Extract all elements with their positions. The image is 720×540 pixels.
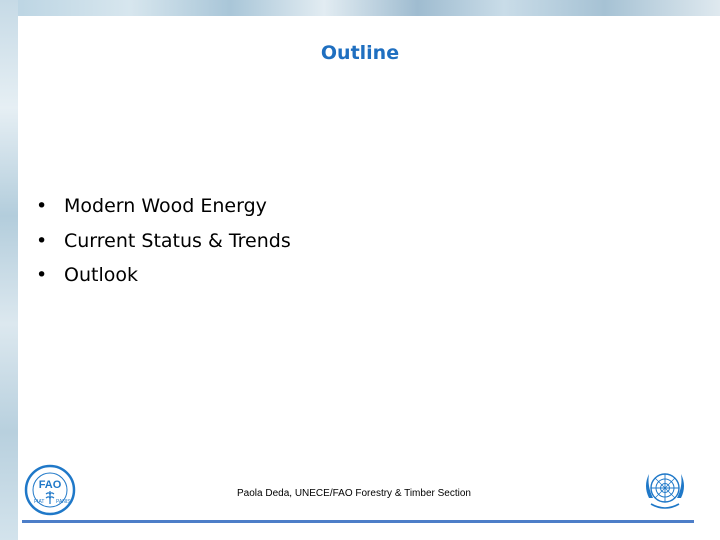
- footer-rule: [22, 520, 694, 523]
- fao-logo-icon: FAO FIAT PANIS: [24, 464, 76, 516]
- slide-title: Outline: [320, 42, 400, 64]
- bullet-text: Current Status & Trends: [64, 229, 291, 252]
- svg-text:PANIS: PANIS: [56, 499, 71, 505]
- un-emblem-icon: [646, 473, 684, 509]
- bullet-marker: •: [36, 264, 48, 286]
- bullet-text: Modern Wood Energy: [64, 195, 267, 217]
- bullet-item: • Outlook: [36, 261, 291, 296]
- bullet-marker: •: [36, 229, 48, 252]
- background-map-strip-top: [0, 0, 720, 16]
- bullet-item: • Current Status & Trends: [36, 227, 291, 262]
- slide: Outline • Modern Wood Energy • Current Sta…: [0, 0, 720, 540]
- bullet-item: • Modern Wood Energy: [36, 192, 291, 227]
- background-map-strip-left: [0, 0, 18, 540]
- svg-text:FIAT: FIAT: [34, 499, 44, 505]
- bullet-text: Outlook: [64, 264, 138, 286]
- footer-attribution: Paola Deda, UNECE/FAO Forestry & Timber …: [237, 488, 471, 499]
- svg-text:FAO: FAO: [39, 479, 62, 491]
- bullet-marker: •: [36, 195, 48, 217]
- bullet-list: • Modern Wood Energy • Current Status & Tr…: [36, 192, 291, 296]
